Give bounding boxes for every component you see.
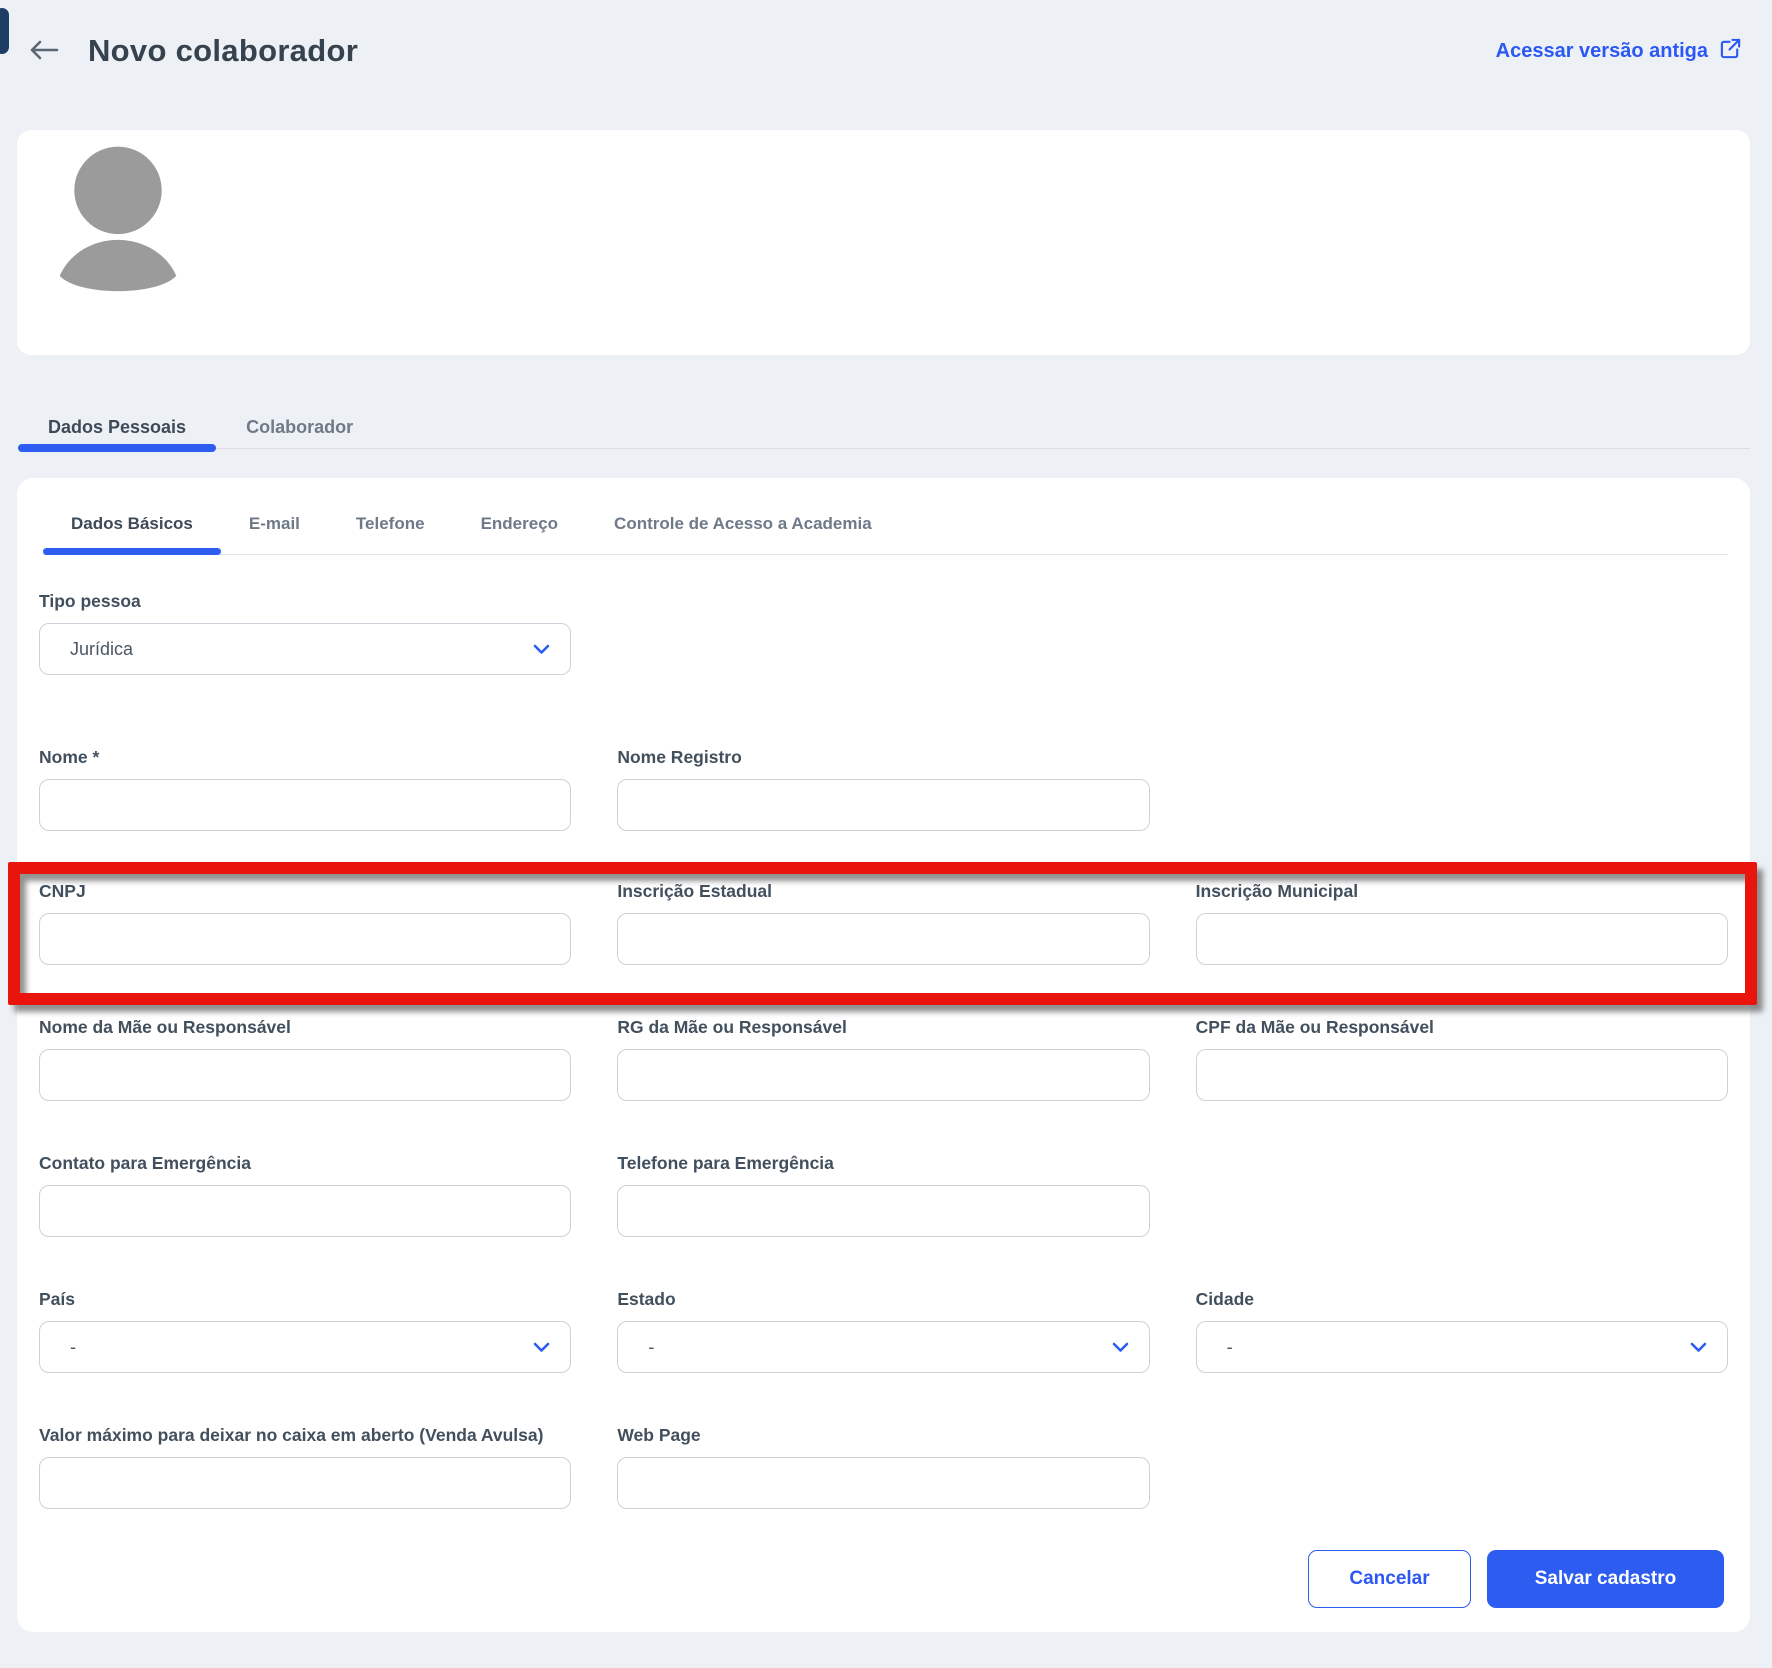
web-page-input[interactable] (617, 1457, 1149, 1509)
save-button[interactable]: Salvar cadastro (1487, 1550, 1724, 1608)
tipo-pessoa-value: Jurídica (70, 639, 133, 660)
field-estado: Estado - (617, 1287, 1149, 1373)
inscricao-estadual-label: Inscrição Estadual (617, 879, 1149, 904)
cidade-select[interactable]: - (1196, 1321, 1728, 1373)
nome-input[interactable] (39, 779, 571, 831)
chevron-down-icon (533, 1337, 550, 1358)
field-telefone-emergencia: Telefone para Emergência (617, 1151, 1149, 1237)
subtab-telefone[interactable]: Telefone (328, 498, 453, 554)
back-arrow-icon (28, 38, 60, 65)
dados-basicos-form: Tipo pessoa Jurídica Nome * Nome Registr… (39, 589, 1728, 1509)
subtab-label: Dados Básicos (71, 514, 193, 533)
rg-mae-label: RG da Mãe ou Responsável (617, 1015, 1149, 1040)
field-web-page: Web Page (617, 1423, 1149, 1509)
valor-maximo-input[interactable] (39, 1457, 571, 1509)
web-page-label: Web Page (617, 1423, 1149, 1448)
subtab-email[interactable]: E-mail (221, 498, 328, 554)
subtab-label: Telefone (356, 514, 425, 533)
pais-label: País (39, 1287, 571, 1312)
nome-mae-input[interactable] (39, 1049, 571, 1101)
chevron-down-icon (1690, 1337, 1707, 1358)
inscricao-estadual-input[interactable] (617, 913, 1149, 965)
rg-mae-input[interactable] (617, 1049, 1149, 1101)
form-card: Dados Básicos E-mail Telefone Endereço C… (17, 478, 1750, 1632)
field-cidade: Cidade - (1196, 1287, 1728, 1373)
cancel-button[interactable]: Cancelar (1308, 1550, 1471, 1608)
field-tipo-pessoa: Tipo pessoa Jurídica (39, 589, 571, 675)
contato-emergencia-label: Contato para Emergência (39, 1151, 571, 1176)
nome-registro-label: Nome Registro (617, 745, 1149, 770)
valor-maximo-label: Valor máximo para deixar no caixa em abe… (39, 1423, 571, 1448)
nome-registro-input[interactable] (617, 779, 1149, 831)
subtab-dados-basicos[interactable]: Dados Básicos (43, 498, 221, 554)
main-tabs: Dados Pessoais Colaborador (18, 402, 1750, 452)
tab-label: Dados Pessoais (48, 417, 186, 438)
nome-mae-label: Nome da Mãe ou Responsável (39, 1015, 571, 1040)
field-inscricao-municipal: Inscrição Municipal (1196, 879, 1728, 965)
cpf-mae-label: CPF da Mãe ou Responsável (1196, 1015, 1728, 1040)
inscricao-municipal-input[interactable] (1196, 913, 1728, 965)
form-footer: Cancelar Salvar cadastro (1308, 1550, 1724, 1608)
field-nome-registro: Nome Registro (617, 745, 1149, 831)
cidade-value: - (1227, 1337, 1233, 1358)
field-cnpj: CNPJ (39, 879, 571, 965)
back-button[interactable] (28, 38, 60, 65)
field-contato-emergencia: Contato para Emergência (39, 1151, 571, 1237)
estado-value: - (648, 1337, 654, 1358)
cpf-mae-input[interactable] (1196, 1049, 1728, 1101)
subtab-label: Endereço (481, 514, 558, 533)
tab-dados-pessoais[interactable]: Dados Pessoais (18, 402, 216, 452)
avatar-card (17, 130, 1750, 355)
subtab-label: Controle de Acesso a Academia (614, 514, 872, 533)
inscricao-municipal-label: Inscrição Municipal (1196, 879, 1728, 904)
pais-value: - (70, 1337, 76, 1358)
field-valor-maximo: Valor máximo para deixar no caixa em abe… (39, 1423, 571, 1509)
subtab-label: E-mail (249, 514, 300, 533)
tipo-pessoa-select[interactable]: Jurídica (39, 623, 571, 675)
subtab-endereco[interactable]: Endereço (453, 498, 586, 554)
telefone-emergencia-input[interactable] (617, 1185, 1149, 1237)
tab-colaborador[interactable]: Colaborador (216, 402, 383, 452)
telefone-emergencia-label: Telefone para Emergência (617, 1151, 1149, 1176)
subtab-controle-acesso[interactable]: Controle de Acesso a Academia (586, 498, 900, 554)
field-cpf-mae: CPF da Mãe ou Responsável (1196, 1015, 1728, 1101)
estado-label: Estado (617, 1287, 1149, 1312)
cnpj-label: CNPJ (39, 879, 571, 904)
contato-emergencia-input[interactable] (39, 1185, 571, 1237)
nome-label: Nome * (39, 745, 571, 770)
field-nome: Nome * (39, 745, 571, 831)
cnpj-input[interactable] (39, 913, 571, 965)
tab-label: Colaborador (246, 417, 353, 438)
field-pais: País - (39, 1287, 571, 1373)
external-link-icon (1719, 37, 1742, 66)
old-version-link-label: Acessar versão antiga (1496, 40, 1708, 63)
page-title: Novo colaborador (88, 33, 358, 69)
sub-tabs: Dados Básicos E-mail Telefone Endereço C… (43, 478, 1728, 555)
pais-select[interactable]: - (39, 1321, 571, 1373)
field-rg-mae: RG da Mãe ou Responsável (617, 1015, 1149, 1101)
person-avatar-icon (50, 143, 186, 301)
estado-select[interactable]: - (617, 1321, 1149, 1373)
chevron-down-icon (533, 639, 550, 660)
cidade-label: Cidade (1196, 1287, 1728, 1312)
tipo-pessoa-label: Tipo pessoa (39, 589, 571, 614)
old-version-link[interactable]: Acessar versão antiga (1496, 37, 1742, 66)
field-inscricao-estadual: Inscrição Estadual (617, 879, 1149, 965)
field-nome-mae: Nome da Mãe ou Responsável (39, 1015, 571, 1101)
page-header: Novo colaborador Acessar versão antiga (0, 0, 1772, 102)
chevron-down-icon (1112, 1337, 1129, 1358)
